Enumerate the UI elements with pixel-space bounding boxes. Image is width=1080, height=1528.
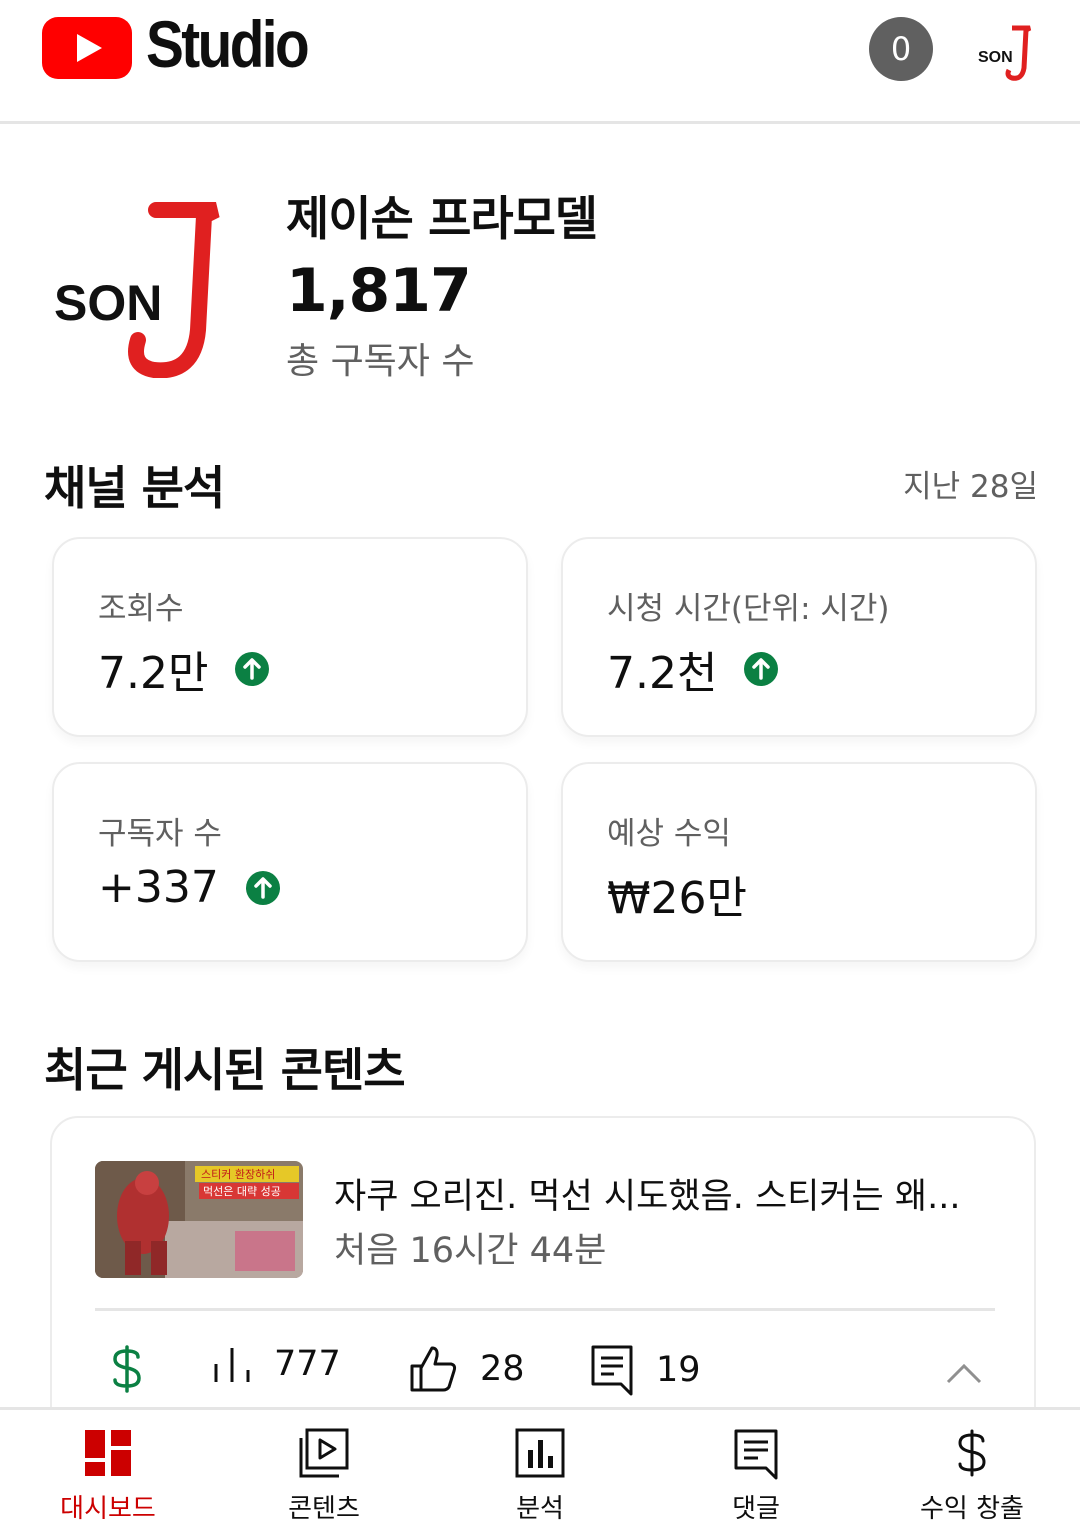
views-label: 조회수 bbox=[98, 591, 184, 627]
svg-text:먹선은 대략 성공: 먹선은 대략 성공 bbox=[203, 1185, 281, 1198]
nav-analytics-label: 분석 bbox=[516, 1494, 564, 1524]
nav-comments[interactable]: 댓글 bbox=[648, 1410, 864, 1528]
views-value: 7.2만 bbox=[98, 648, 209, 699]
analytics-icon bbox=[515, 1428, 565, 1478]
watch-time-value: 7.2천 bbox=[607, 648, 718, 699]
nav-comments-label: 댓글 bbox=[732, 1494, 780, 1524]
watch-time-label: 시청 시간(단위: 시간) bbox=[607, 591, 890, 627]
comment-icon bbox=[591, 1345, 633, 1396]
period-label: 지난 28일 bbox=[903, 469, 1038, 505]
svg-text:SON: SON bbox=[54, 275, 162, 331]
divider bbox=[95, 1308, 995, 1311]
recent-content-title: 최근 게시된 콘텐츠 bbox=[44, 1043, 406, 1097]
bar-chart-icon bbox=[214, 1348, 250, 1382]
thumbs-up-icon bbox=[410, 1346, 457, 1392]
views-count: 777 bbox=[274, 1344, 341, 1384]
total-subscriber-label: 총 구독자 수 bbox=[286, 341, 475, 382]
trend-up-icon bbox=[744, 652, 779, 686]
notification-count-badge[interactable]: 0 bbox=[869, 17, 933, 81]
chevron-up-icon[interactable] bbox=[946, 1362, 982, 1384]
channel-analytics-title: 채널 분석 bbox=[44, 461, 225, 515]
bottom-navigation: 대시보드 콘텐츠 분석 댓글 수익 창출 bbox=[0, 1407, 1080, 1528]
nav-monetization-label: 수익 창출 bbox=[920, 1494, 1024, 1524]
svg-text:SON: SON bbox=[978, 49, 1013, 66]
watch-time-value-row: 7.2천 bbox=[607, 637, 779, 701]
video-title[interactable]: 자쿠 오리진. 먹선 시도했음. 스티커는 왜... bbox=[334, 1168, 994, 1219]
views-card[interactable]: 조회수 7.2만 bbox=[52, 537, 528, 737]
channel-logo[interactable]: SON bbox=[46, 198, 226, 378]
comments-icon bbox=[734, 1429, 778, 1480]
subscribers-label: 구독자 수 bbox=[98, 816, 222, 852]
subscribers-value-row: +337 bbox=[98, 862, 281, 913]
dollar-icon bbox=[958, 1429, 986, 1477]
subscribers-value: +337 bbox=[98, 862, 219, 913]
channel-name: 제이손 프라모델 bbox=[286, 192, 598, 247]
nav-content[interactable]: 콘텐츠 bbox=[216, 1410, 432, 1528]
dashboard-icon bbox=[85, 1430, 131, 1476]
estimated-revenue-value: ₩26만 bbox=[607, 873, 747, 924]
nav-content-label: 콘텐츠 bbox=[288, 1494, 360, 1524]
likes-metric[interactable]: 28 bbox=[408, 1344, 525, 1394]
watch-time-card[interactable]: 시청 시간(단위: 시간) 7.2천 bbox=[561, 537, 1037, 737]
likes-count: 28 bbox=[480, 1349, 525, 1389]
nav-monetization[interactable]: 수익 창출 bbox=[864, 1410, 1080, 1528]
views-metric[interactable]: 777 bbox=[212, 1344, 341, 1384]
total-subscriber-count: 1,817 bbox=[286, 256, 472, 326]
estimated-revenue-label: 예상 수익 bbox=[607, 816, 731, 852]
comments-metric[interactable]: 19 bbox=[590, 1344, 701, 1396]
nav-dashboard-label: 대시보드 bbox=[60, 1494, 156, 1524]
youtube-logo-icon[interactable] bbox=[42, 17, 132, 79]
estimated-revenue-value-row: ₩26만 bbox=[607, 862, 747, 926]
svg-text:스티커 환장하쉬: 스티커 환장하쉬 bbox=[201, 1167, 275, 1181]
estimated-revenue-card[interactable]: 예상 수익 ₩26만 bbox=[561, 762, 1037, 962]
account-avatar[interactable]: SON bbox=[972, 20, 1036, 84]
monetization-status[interactable] bbox=[110, 1344, 166, 1394]
subscribers-card[interactable]: 구독자 수 +337 bbox=[52, 762, 528, 962]
studio-wordmark: Studio bbox=[146, 7, 310, 81]
top-app-bar: Studio 0 SON bbox=[0, 0, 1080, 124]
nav-analytics[interactable]: 분석 bbox=[432, 1410, 648, 1528]
comments-count: 19 bbox=[656, 1350, 701, 1390]
content-icon bbox=[299, 1428, 349, 1478]
views-value-row: 7.2만 bbox=[98, 637, 270, 701]
video-thumbnail[interactable]: 스티커 환장하쉬 먹선은 대략 성공 bbox=[95, 1161, 303, 1278]
trend-up-icon bbox=[245, 870, 280, 905]
trend-up-icon bbox=[235, 652, 270, 686]
nav-dashboard[interactable]: 대시보드 bbox=[0, 1410, 216, 1528]
dollar-icon bbox=[113, 1345, 141, 1393]
video-time-since-publish: 처음 16시간 44분 bbox=[334, 1231, 607, 1271]
